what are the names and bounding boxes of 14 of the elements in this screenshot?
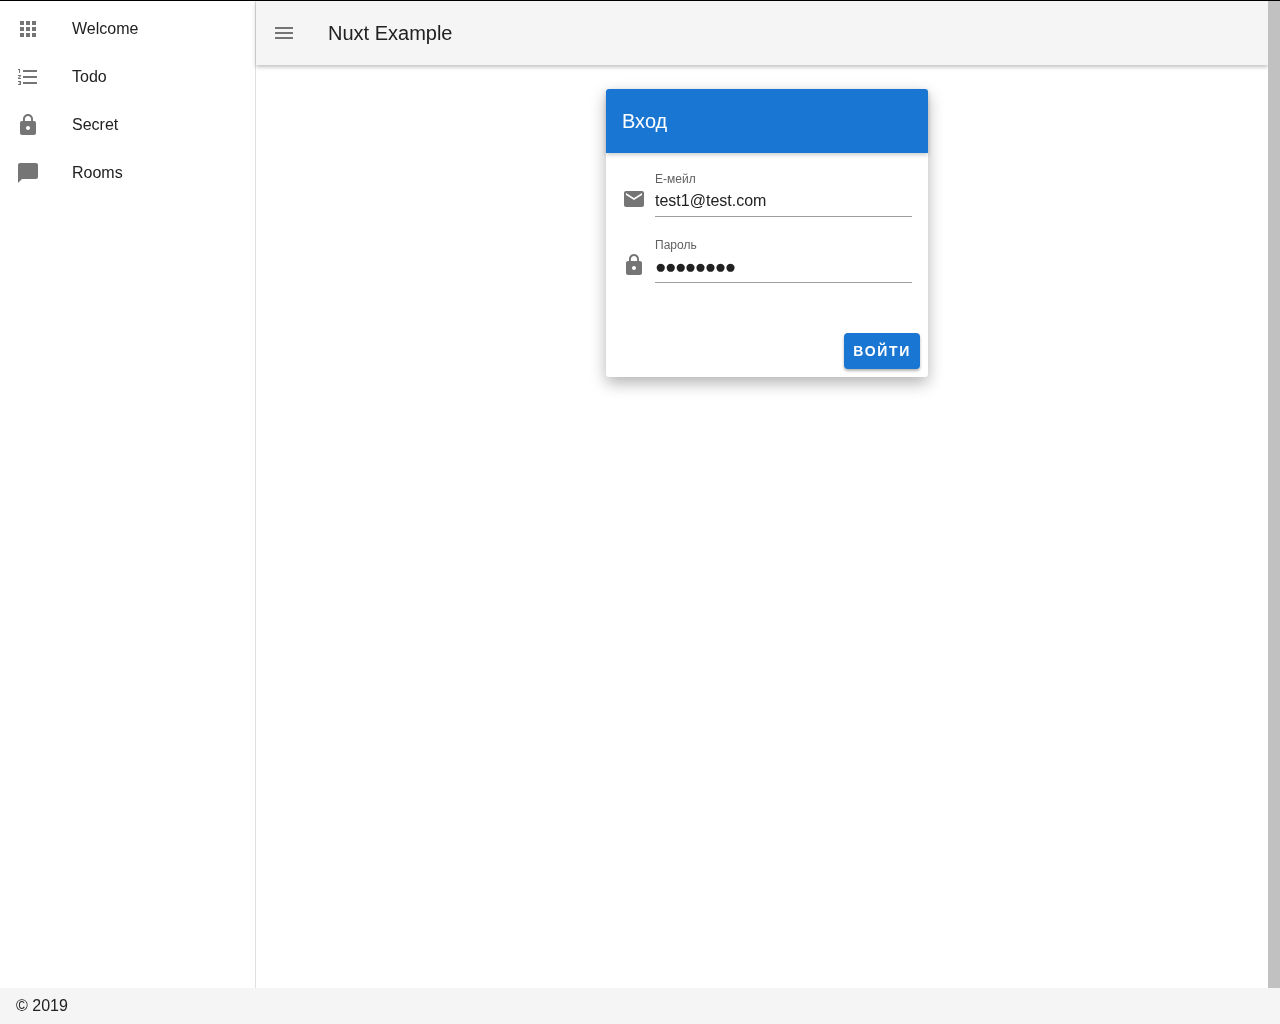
field-label: Пароль xyxy=(655,237,698,253)
toolbar-title: Nuxt Example xyxy=(328,21,453,46)
login-button[interactable]: ВОЙТИ xyxy=(844,333,920,369)
nav-item[interactable]: Todo xyxy=(0,53,255,101)
nav-item[interactable]: Welcome xyxy=(0,5,255,53)
footer-text: © 2019 xyxy=(16,996,68,1016)
text-field[interactable]: test1@test.com xyxy=(655,187,912,217)
nav-item[interactable]: Rooms xyxy=(0,149,255,197)
scrollbar[interactable] xyxy=(1268,1,1280,988)
field-label: Е-мейл xyxy=(655,171,697,187)
text-field[interactable]: ●●●●●●●● xyxy=(655,253,912,283)
card-title: Вход xyxy=(622,109,668,134)
nav-item[interactable]: Secret xyxy=(0,101,255,149)
chat-bubble-icon xyxy=(16,161,40,185)
